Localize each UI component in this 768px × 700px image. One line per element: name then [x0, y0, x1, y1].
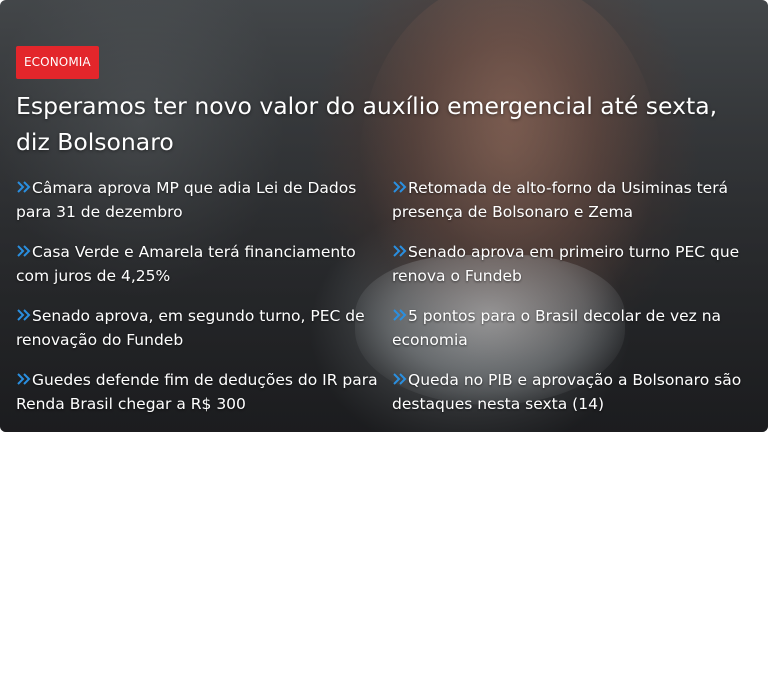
- double-chevron-right-icon: [393, 181, 407, 193]
- related-links: Câmara aprova MP que adia Lei de Dados p…: [16, 176, 756, 432]
- double-chevron-right-icon: [393, 245, 407, 257]
- related-link[interactable]: Senado aprova, em segundo turno, PEC de …: [16, 304, 392, 368]
- related-link-text: Senado aprova, em segundo turno, PEC de …: [16, 307, 365, 349]
- double-chevron-right-icon: [393, 309, 407, 321]
- double-chevron-right-icon: [17, 245, 31, 257]
- related-link-text: Retomada de alto-forno da Usiminas terá …: [392, 179, 729, 221]
- related-link-text: 5 pontos para o Brasil decolar de vez na…: [392, 307, 722, 349]
- related-link[interactable]: Guedes defende fim de deduções do IR par…: [16, 368, 392, 432]
- related-link-text: Casa Verde e Amarela terá financiamento …: [16, 243, 356, 285]
- related-link-text: Guedes defende fim de deduções do IR par…: [16, 371, 378, 413]
- related-link[interactable]: 5 pontos para o Brasil decolar de vez na…: [392, 304, 756, 368]
- related-link[interactable]: Casa Verde e Amarela terá financiamento …: [16, 240, 392, 304]
- news-card: ECONOMIA Esperamos ter novo valor do aux…: [0, 0, 768, 432]
- related-link-text: Câmara aprova MP que adia Lei de Dados p…: [16, 179, 357, 221]
- news-card-content: ECONOMIA Esperamos ter novo valor do aux…: [0, 0, 768, 432]
- related-link-text: Queda no PIB e aprovação a Bolsonaro são…: [392, 371, 742, 413]
- headline-link[interactable]: Esperamos ter novo valor do auxílio emer…: [16, 88, 756, 160]
- double-chevron-right-icon: [393, 373, 407, 385]
- category-tag[interactable]: ECONOMIA: [16, 46, 99, 79]
- double-chevron-right-icon: [17, 181, 31, 193]
- double-chevron-right-icon: [17, 373, 31, 385]
- related-link[interactable]: Queda no PIB e aprovação a Bolsonaro são…: [392, 368, 756, 432]
- related-link[interactable]: Senado aprova em primeiro turno PEC que …: [392, 240, 756, 304]
- related-link[interactable]: Retomada de alto-forno da Usiminas terá …: [392, 176, 756, 240]
- related-link-text: Senado aprova em primeiro turno PEC que …: [392, 243, 740, 285]
- double-chevron-right-icon: [17, 309, 31, 321]
- related-link[interactable]: Câmara aprova MP que adia Lei de Dados p…: [16, 176, 392, 240]
